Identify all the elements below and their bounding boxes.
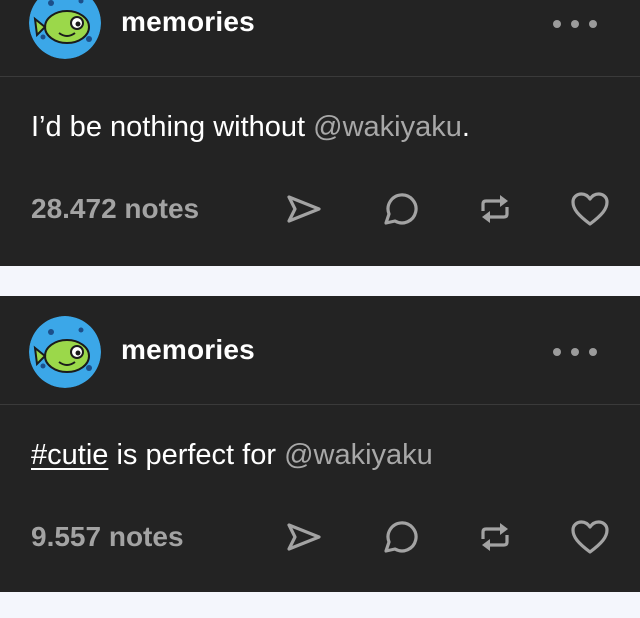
post-text: .: [461, 111, 470, 143]
more-options-button[interactable]: [553, 342, 597, 362]
hashtag-link[interactable]: #cutie: [31, 439, 108, 471]
blog-name[interactable]: memories: [121, 334, 255, 366]
reply-icon: [384, 521, 418, 553]
dot: [589, 348, 597, 356]
reply-button[interactable]: [377, 515, 421, 559]
post-header: memories: [0, 296, 640, 405]
notes-count[interactable]: 28.472 notes: [31, 193, 199, 225]
dot: [571, 348, 579, 356]
post-text: I’d be nothing without: [31, 111, 314, 143]
blog-name[interactable]: memories: [121, 6, 255, 38]
reblog-button[interactable]: [473, 515, 517, 559]
post-text: is perfect for: [108, 439, 285, 471]
reblog-button[interactable]: [473, 187, 517, 231]
mention-link[interactable]: @wakiyaku: [284, 439, 433, 471]
share-button[interactable]: [282, 515, 326, 559]
share-button[interactable]: [282, 187, 326, 231]
post-header: memories: [0, 0, 640, 77]
reply-icon: [384, 193, 418, 225]
heart-icon: [571, 520, 609, 554]
notes-count[interactable]: 9.557 notes: [31, 521, 184, 553]
like-button[interactable]: [568, 515, 612, 559]
share-icon: [287, 523, 321, 551]
reply-button[interactable]: [377, 187, 421, 231]
share-icon: [287, 195, 321, 223]
post-card: memories I’d be nothing without @wakiyak…: [0, 0, 640, 266]
post-body: #cutie is perfect for @wakiyaku: [31, 439, 433, 472]
more-options-button[interactable]: [553, 14, 597, 34]
dot: [553, 20, 561, 28]
dot: [553, 348, 561, 356]
reblog-icon: [481, 195, 509, 223]
dot: [571, 20, 579, 28]
heart-icon: [571, 192, 609, 226]
dot: [589, 20, 597, 28]
post-body: I’d be nothing without @wakiyaku.: [31, 111, 470, 144]
like-button[interactable]: [568, 187, 612, 231]
pufferfish-avatar-icon[interactable]: [29, 0, 101, 59]
mention-link[interactable]: @wakiyaku: [313, 111, 462, 143]
reblog-icon: [481, 523, 509, 551]
post-card: memories #cutie is perfect for @wakiyaku…: [0, 296, 640, 592]
pufferfish-avatar-icon[interactable]: [29, 316, 101, 388]
